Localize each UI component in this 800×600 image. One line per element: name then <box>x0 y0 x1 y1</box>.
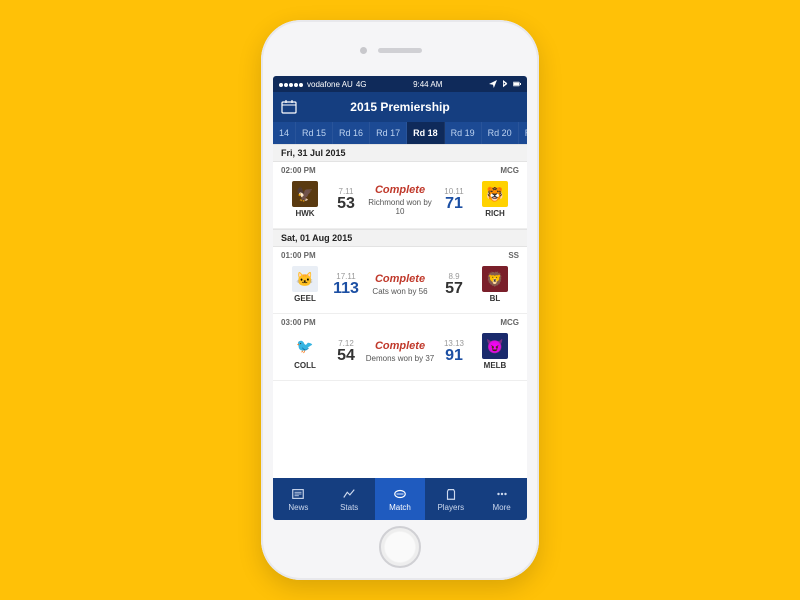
round-tab[interactable]: Rd 20 <box>482 122 519 144</box>
stats-icon <box>341 487 357 501</box>
score: 57 <box>437 281 471 297</box>
app-header: 2015 Premiership <box>273 92 527 122</box>
round-tab[interactable]: Rd 15 <box>296 122 333 144</box>
match-row[interactable]: 🐦 COLL7.1254Complete Demons won by 3713.13… <box>273 327 527 381</box>
match-meta: 02:00 PM MCG <box>273 162 527 175</box>
day-header: Sat, 01 Aug 2015 <box>273 229 527 247</box>
round-tab[interactable]: Rd 21 <box>519 122 527 144</box>
tab-more[interactable]: More <box>476 478 527 520</box>
tab-news[interactable]: News <box>273 478 324 520</box>
battery-icon <box>513 80 521 88</box>
team-logo-icon: 🐱 <box>292 266 318 292</box>
team-abbr: COLL <box>281 361 329 370</box>
signal-dots-icon <box>279 80 304 89</box>
team-logo-icon: 😈 <box>482 333 508 359</box>
team-logo-icon: 🐯 <box>482 181 508 207</box>
match-venue: MCG <box>500 166 519 175</box>
match-time: 03:00 PM <box>281 318 316 327</box>
phone-camera <box>360 47 367 54</box>
page-title: 2015 Premiership <box>350 100 449 114</box>
match-byline: Demons won by 37 <box>363 354 437 363</box>
team-logo-icon: 🦅 <box>292 181 318 207</box>
match-center: Complete Demons won by 37 <box>363 340 437 363</box>
team-home: 🦅 HWK <box>281 181 329 218</box>
team-away: 🐯 RICH <box>471 181 519 218</box>
tab-label: Players <box>437 503 464 512</box>
team-abbr: HWK <box>281 209 329 218</box>
match-row[interactable]: 🐱 GEEL17.11113Complete Cats won by 568.957… <box>273 260 527 314</box>
team-home: 🐦 COLL <box>281 333 329 370</box>
news-icon <box>290 487 306 501</box>
calendar-icon[interactable] <box>281 99 297 115</box>
tab-label: Stats <box>340 503 358 512</box>
more-icon <box>494 487 510 501</box>
team-abbr: MELB <box>471 361 519 370</box>
app-screen: vodafone AU 4G 9:44 AM 2015 Premiership … <box>273 76 527 520</box>
team-home: 🐱 GEEL <box>281 266 329 303</box>
round-tab[interactable]: Rd 18 <box>407 122 445 144</box>
score-block: 8.957 <box>437 272 471 297</box>
match-center: Complete Richmond won by 10 <box>363 184 437 216</box>
team-away: 🦁 BL <box>471 266 519 303</box>
round-tab[interactable]: Rd 16 <box>333 122 370 144</box>
team-logo-icon: 🐦 <box>292 333 318 359</box>
team-logo-icon: 🦁 <box>482 266 508 292</box>
tab-label: News <box>288 503 308 512</box>
team-away: 😈 MELB <box>471 333 519 370</box>
match-byline: Richmond won by 10 <box>363 198 437 216</box>
score: 53 <box>329 196 363 212</box>
match-meta: 03:00 PM MCG <box>273 314 527 327</box>
tab-match[interactable]: Match <box>375 478 426 520</box>
round-tab[interactable]: Rd 17 <box>370 122 407 144</box>
match-status: Complete <box>363 340 437 352</box>
match-icon <box>392 487 408 501</box>
match-venue: MCG <box>500 318 519 327</box>
score-block: 7.1254 <box>329 339 363 364</box>
match-time: 02:00 PM <box>281 166 316 175</box>
match-time: 01:00 PM <box>281 251 316 260</box>
match-status: Complete <box>363 273 437 285</box>
match-center: Complete Cats won by 56 <box>363 273 437 296</box>
score-block: 10.1171 <box>437 187 471 212</box>
score-block: 7.1153 <box>329 187 363 212</box>
score: 71 <box>437 196 471 212</box>
clock-label: 9:44 AM <box>413 80 442 89</box>
score: 54 <box>329 348 363 364</box>
phone-speaker <box>378 48 422 53</box>
tab-players[interactable]: Players <box>425 478 476 520</box>
score-block: 13.1391 <box>437 339 471 364</box>
carrier-label: vodafone AU <box>307 80 353 89</box>
match-status: Complete <box>363 184 437 196</box>
round-tab[interactable]: 14 <box>273 122 296 144</box>
match-list[interactable]: Fri, 31 Jul 201502:00 PMMCG🦅HWK7.1153Com… <box>273 144 527 478</box>
home-button[interactable] <box>379 526 421 568</box>
score: 91 <box>437 348 471 364</box>
players-icon <box>443 487 459 501</box>
location-icon <box>489 80 497 88</box>
match-venue: SS <box>508 251 519 260</box>
score-block: 17.11113 <box>329 272 363 297</box>
team-abbr: BL <box>471 294 519 303</box>
score: 113 <box>329 281 363 297</box>
team-abbr: RICH <box>471 209 519 218</box>
tab-label: Match <box>389 503 411 512</box>
match-row[interactable]: 🦅 HWK7.1153Complete Richmond won by 1010.1… <box>273 175 527 229</box>
tab-bar: News Stats Match Players More <box>273 478 527 520</box>
tab-stats[interactable]: Stats <box>324 478 375 520</box>
phone-frame: vodafone AU 4G 9:44 AM 2015 Premiership … <box>261 20 539 580</box>
network-label: 4G <box>356 80 367 89</box>
match-meta: 01:00 PM SS <box>273 247 527 260</box>
rounds-scroller[interactable]: 14Rd 15Rd 16Rd 17Rd 18Rd 19Rd 20Rd 21R <box>273 122 527 144</box>
bluetooth-icon <box>501 80 509 88</box>
match-byline: Cats won by 56 <box>363 287 437 296</box>
team-abbr: GEEL <box>281 294 329 303</box>
day-header: Fri, 31 Jul 2015 <box>273 144 527 162</box>
round-tab[interactable]: Rd 19 <box>445 122 482 144</box>
tab-label: More <box>492 503 510 512</box>
status-bar: vodafone AU 4G 9:44 AM <box>273 76 527 92</box>
